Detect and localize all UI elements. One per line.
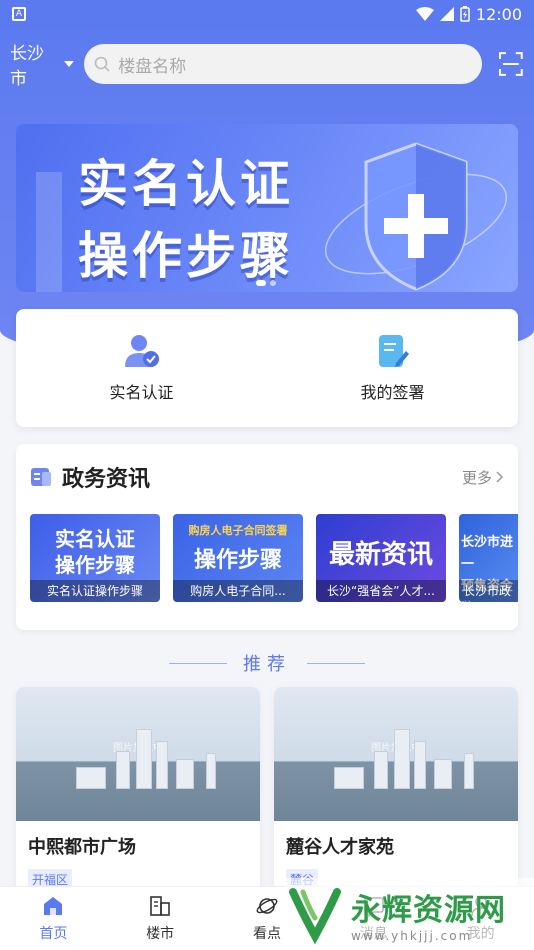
wifi-icon <box>415 7 434 21</box>
news-image-text: 实名认证 操作步骤 <box>55 527 135 577</box>
banner-title-line1: 实名认证 <box>78 155 294 213</box>
news-caption: 长沙市政 <box>459 580 518 602</box>
city-selector[interactable]: 长沙市 <box>10 39 75 89</box>
property-image: 图片加载中 <box>274 687 518 821</box>
cell-signal-icon <box>439 7 454 21</box>
property-image: 图片加载中 <box>16 687 260 821</box>
tab-label: 首页 <box>39 925 68 942</box>
section-title: 政务资讯 <box>62 467 151 492</box>
site-watermark: 永辉资源网 www.yhkjjj.com <box>285 878 534 950</box>
news-image-text: 操作步骤 <box>193 548 282 573</box>
verify-identity-label: 实名认证 <box>109 383 174 402</box>
news-card[interactable]: 长沙市进一预售资金监 长沙市政 <box>459 514 518 602</box>
property-name: 麓谷人才家苑 <box>286 837 394 858</box>
property-card[interactable]: 图片加载中 中熙都市广场 开福区 <box>16 687 260 897</box>
search-placeholder: 楼盘名称 <box>118 56 187 77</box>
watermark-name: 永辉资源网 <box>351 893 506 928</box>
scan-icon[interactable] <box>498 51 524 77</box>
shield-icon <box>324 142 508 291</box>
news-image-subtext: 购房人电子合同签署 <box>188 524 288 537</box>
promo-banner[interactable]: 实名认证 操作步骤 <box>16 124 518 292</box>
quick-actions: 实名认证 我的签署 <box>16 309 518 427</box>
tab-market[interactable]: 楼市 <box>107 887 214 950</box>
top-bar: 长沙市 楼盘名称 <box>0 44 534 89</box>
building-icon <box>150 895 170 916</box>
status-bar: A 12:00 <box>0 0 534 28</box>
news-carousel[interactable]: 实名认证 操作步骤 实名认证操作步骤 购房人电子合同签署 操作步骤 购房人电子合同… <box>30 514 518 602</box>
news-icon <box>31 468 51 486</box>
news-image-text: 最新资讯 <box>328 540 433 570</box>
building-decoration <box>36 172 62 292</box>
section-header: 政务资讯 更多 <box>16 444 518 510</box>
planet-icon <box>256 897 278 914</box>
property-name: 中熙都市广场 <box>28 837 136 858</box>
news-caption: 长沙“强省会”人才... <box>316 580 446 602</box>
verified-user-icon <box>124 335 159 367</box>
divider-line <box>307 662 365 664</box>
divider-line <box>169 662 227 664</box>
sign-document-icon <box>378 335 409 367</box>
gov-news-section: 政务资讯 更多 实名认证 操作步骤 实名认证操作步骤 购房人电子合同签署 操作步骤… <box>16 444 518 630</box>
tab-label: 楼市 <box>146 925 175 942</box>
my-signatures-label: 我的签署 <box>360 383 425 402</box>
clock: 12:00 <box>475 4 522 24</box>
caret-down-icon <box>64 61 75 67</box>
banner-title-line2: 操作步骤 <box>78 227 294 285</box>
recommend-header: 推荐 <box>0 650 534 676</box>
more-label: 更多 <box>461 468 492 487</box>
news-caption: 购房人电子合同... <box>173 580 303 602</box>
battery-icon <box>460 6 470 22</box>
news-caption: 实名认证操作步骤 <box>30 580 160 602</box>
property-card[interactable]: 图片加载中 麓谷人才家苑 麓谷 <box>274 687 518 897</box>
watermark-logo-icon <box>289 888 341 944</box>
search-input[interactable]: 楼盘名称 <box>84 44 483 84</box>
news-card[interactable]: 最新资讯 长沙“强省会”人才... <box>316 514 446 602</box>
my-signatures-button[interactable]: 我的签署 <box>267 309 518 427</box>
city-label: 长沙市 <box>10 44 44 89</box>
news-card[interactable]: 实名认证 操作步骤 实名认证操作步骤 <box>30 514 160 602</box>
verify-identity-button[interactable]: 实名认证 <box>16 309 267 427</box>
recommend-title: 推荐 <box>243 654 291 675</box>
search-icon <box>94 56 110 72</box>
app-notification-icon: A <box>12 7 26 21</box>
home-icon <box>44 896 63 915</box>
carousel-dots <box>256 280 276 286</box>
news-card[interactable]: 购房人电子合同签署 操作步骤 购房人电子合同... <box>173 514 303 602</box>
chevron-right-icon <box>496 471 504 483</box>
more-link[interactable]: 更多 <box>462 467 504 488</box>
tab-home[interactable]: 首页 <box>0 887 107 950</box>
watermark-url: www.yhkjjj.com <box>351 929 473 943</box>
tab-label: 看点 <box>252 925 281 942</box>
